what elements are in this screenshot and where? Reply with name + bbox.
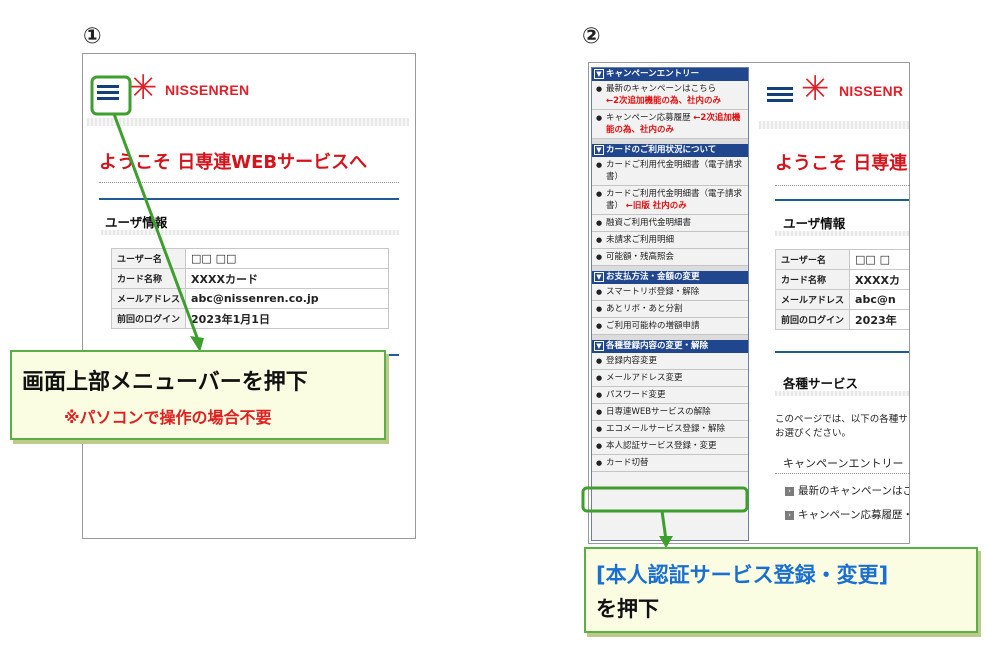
callout-action-text: を押下 [596,597,659,621]
step-2-callout: [本人認証サービス登録・変更] を押下 [584,547,978,633]
callout-target-text: [本人認証サービス登録・変更] [596,563,889,587]
